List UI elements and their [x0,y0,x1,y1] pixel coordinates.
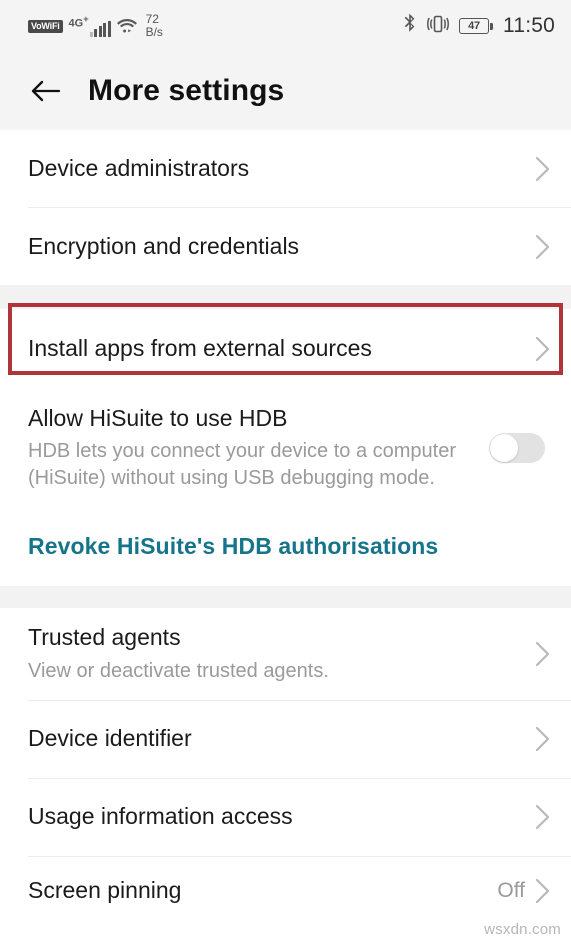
bluetooth-icon [403,13,417,39]
list-item-allow-hisuite-to-use-hdb[interactable]: Allow HiSuite to use HDB HDB lets you co… [0,388,571,508]
revoke-link-label: Revoke HiSuite's HDB authorisations [28,533,439,560]
data-speed-indicator: 72 B/s [146,13,163,38]
vowifi-badge: VoWiFi [28,19,63,33]
section-gap [0,585,571,608]
page-title: More settings [88,74,285,107]
list-item-label: Device administrators [28,154,250,181]
list-item-revoke-hisuite-hdb-authorisations[interactable]: Revoke HiSuite's HDB authorisations [0,507,571,586]
app-bar: More settings [0,52,571,130]
list-item-label: Screen pinning [28,876,182,903]
wifi-icon [116,18,137,34]
screen-pinning-value: Off [497,878,525,902]
list-item-install-apps-from-external-sources[interactable]: Install apps from external sources [0,309,571,388]
chevron-right-icon [531,874,553,908]
section-gap [0,285,571,309]
chevron-right-icon [531,637,553,671]
list-item-description: View or deactivate trusted agents. [28,659,329,682]
list-item-device-identifier[interactable]: Device identifier [0,700,571,778]
list-item-device-administrators[interactable]: Device administrators [0,130,571,207]
back-arrow-icon[interactable] [28,74,62,108]
list-item-label: Install apps from external sources [28,334,372,361]
list-item-label: Usage information access [28,803,293,830]
list-item-label: Allow HiSuite to use HDB [28,405,288,431]
battery-icon: 47 [459,18,493,34]
list-item-label: Trusted agents [28,624,181,651]
settings-section-1: Device administrators Encryption and cre… [0,130,571,285]
network-plus-label: + [83,14,89,25]
status-bar-right: 47 11:50 [403,13,555,39]
chevron-right-icon [531,722,553,756]
status-bar-left: VoWiFi 4G+ 72 B/s [28,13,163,38]
settings-section-3: Trusted agents View or deactivate truste… [0,607,571,925]
chevron-right-icon [531,800,553,834]
battery-level-label: 47 [468,19,480,32]
signal-bars-icon: 4G+ [69,15,111,37]
hdb-toggle-switch[interactable] [489,432,545,463]
settings-section-2: Install apps from external sources Allow… [0,309,571,586]
list-item-trusted-agents[interactable]: Trusted agents View or deactivate truste… [0,607,571,700]
list-item-description: HDB lets you connect your device to a co… [28,440,456,490]
phone-screen: VoWiFi 4G+ 72 B/s 47 11:50 More settings… [0,0,571,944]
network-type-label: 4G [68,17,84,30]
data-speed-unit: B/s [145,25,163,39]
chevron-right-icon [531,230,553,264]
list-item-screen-pinning[interactable]: Screen pinning Off [0,856,571,925]
status-bar: VoWiFi 4G+ 72 B/s 47 11:50 [0,0,571,52]
chevron-right-icon [531,332,553,366]
signal-bars-glyph [89,20,111,37]
list-item-label: Device identifier [28,725,192,752]
chevron-right-icon [531,152,553,186]
list-item-usage-information-access[interactable]: Usage information access [0,778,571,856]
watermark: wsxdn.com [484,921,561,938]
list-item-label: Encryption and credentials [28,232,300,259]
status-bar-clock: 11:50 [503,14,555,37]
list-item-encryption-and-credentials[interactable]: Encryption and credentials [0,208,571,285]
toggle-knob [490,433,518,462]
vibrate-icon [427,14,449,39]
